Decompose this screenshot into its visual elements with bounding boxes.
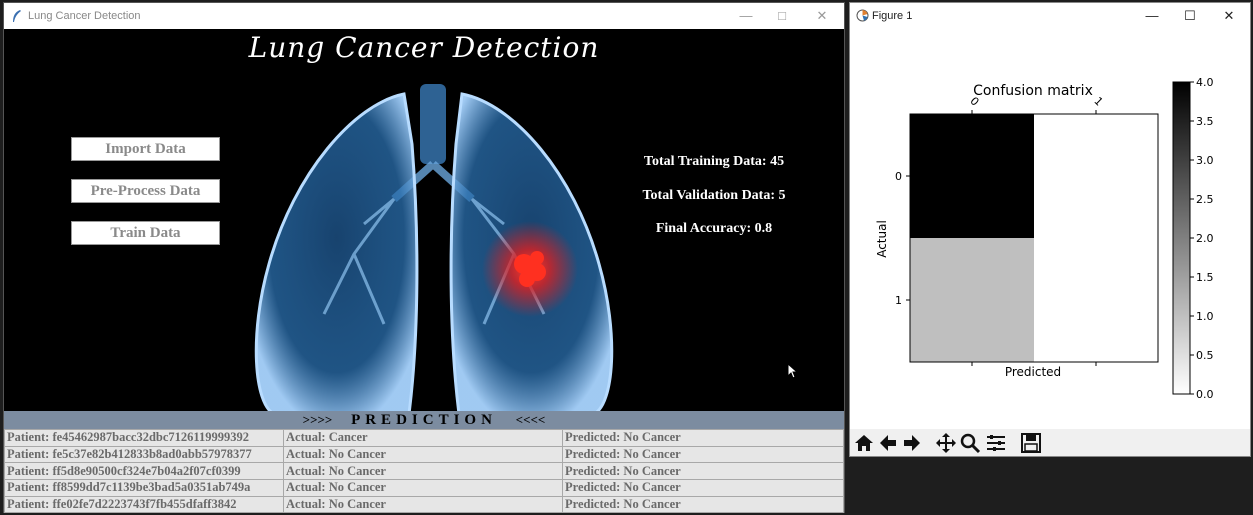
back-icon[interactable] <box>877 432 899 454</box>
app-heading: Lung Cancer Detection <box>248 31 600 64</box>
feather-icon <box>13 10 21 22</box>
left-titlebar: Lung Cancer Detection — □ ✕ <box>4 3 844 29</box>
colorbar-tick-label: 4.0 <box>1196 76 1214 89</box>
figure-title: Figure 1 <box>872 10 913 22</box>
import-data-button[interactable]: Import Data <box>71 137 220 161</box>
predicted-cell: Predicted: No Cancer <box>562 462 844 481</box>
window-title: Lung Cancer Detection <box>28 10 141 22</box>
colorbar-tick-label: 3.5 <box>1196 115 1214 128</box>
colorbar-tick-label: 2.5 <box>1196 193 1214 206</box>
lung-cancer-window: Lung Cancer Detection — □ ✕ Lung Cancer … <box>3 2 845 514</box>
patient-cell: Patient: fe5c37e82b412833b8ad0abb5797837… <box>4 445 284 464</box>
training-data-label: Total Training Data: 45 <box>643 154 785 169</box>
colorbar <box>1172 81 1191 395</box>
minimize-button[interactable]: — <box>731 7 761 25</box>
colorbar-tick-label: 2.0 <box>1196 232 1214 245</box>
x-axis-label: Predicted <box>1005 365 1061 379</box>
zoom-icon[interactable] <box>959 432 981 454</box>
confusion-matrix-chart: Confusion matrix Predicted Actual 0 1 0 1 0… <box>875 76 1214 401</box>
actual-cell: Actual: No Cancer <box>283 445 563 464</box>
y-axis-label: Actual <box>875 220 889 258</box>
prediction-table: Patient: fe45462987bacc32dbc712611999939… <box>4 429 844 514</box>
matrix-cell-1-0 <box>910 238 1034 362</box>
maximize-button[interactable]: □ <box>767 7 797 25</box>
patient-cell: Patient: fe45462987bacc32dbc712611999939… <box>4 429 284 447</box>
matrix-cell-1-1 <box>1034 238 1158 362</box>
lungs-illustration <box>254 84 614 411</box>
figure-toolbar <box>850 429 1250 456</box>
save-icon[interactable] <box>1020 432 1042 454</box>
arrows-right: <<<< <box>515 412 546 427</box>
x-tick-label: 0 <box>967 94 981 108</box>
arrows-left: >>>> <box>302 412 333 427</box>
matrix-cell-0-1 <box>1034 114 1158 238</box>
forward-icon[interactable] <box>901 432 923 454</box>
preprocess-data-button[interactable]: Pre-Process Data <box>71 179 220 203</box>
prediction-label: PREDICTION <box>351 412 497 428</box>
validation-data-label: Total Validation Data: 5 <box>642 188 786 203</box>
minimize-button[interactable]: — <box>1137 7 1167 25</box>
table-row: Patient: fe45462987bacc32dbc712611999939… <box>4 429 844 447</box>
home-icon[interactable] <box>853 432 875 454</box>
table-row: Patient: fe5c37e82b412833b8ad0abb5797837… <box>4 445 844 464</box>
colorbar-tick-label: 1.0 <box>1196 310 1214 323</box>
matplotlib-icon <box>856 9 869 22</box>
figure-window: Figure 1 — ☐ ✕ Confusion matrix Predicte… <box>849 2 1251 457</box>
y-tick-label: 0 <box>895 170 902 183</box>
colorbar-tick-label: 3.0 <box>1196 154 1214 167</box>
colorbar-tick-label: 1.5 <box>1196 271 1214 284</box>
y-tick-label: 1 <box>895 294 902 307</box>
table-row: Patient: ff8599dd7c1139be3bad5a0351ab749… <box>4 479 844 497</box>
maximize-button[interactable]: ☐ <box>1175 7 1205 25</box>
prediction-header: >>>> PREDICTION <<<< <box>4 411 844 429</box>
actual-cell: Actual: Cancer <box>283 429 563 447</box>
configure-icon[interactable] <box>985 432 1007 454</box>
patient-cell: Patient: ff5d8e90500cf324e7b04a2f07cf039… <box>4 462 284 481</box>
x-tick-label: 1 <box>1091 94 1105 108</box>
actual-cell: Actual: No Cancer <box>283 495 563 514</box>
figure-canvas: Confusion matrix Predicted Actual 0 1 0 1 0… <box>850 29 1250 427</box>
close-button[interactable]: ✕ <box>1214 7 1244 25</box>
train-data-button[interactable]: Train Data <box>71 221 220 245</box>
table-row: Patient: ff5d8e90500cf324e7b04a2f07cf039… <box>4 462 844 481</box>
pan-icon[interactable] <box>935 432 957 454</box>
predicted-cell: Predicted: No Cancer <box>562 429 844 447</box>
predicted-cell: Predicted: No Cancer <box>562 445 844 464</box>
colorbar-tick-label: 0.5 <box>1196 349 1214 362</box>
predicted-cell: Predicted: No Cancer <box>562 495 844 514</box>
app-canvas: Lung Cancer Detection Import Data Pre-Pr… <box>4 29 844 411</box>
table-row: Patient: ffe02fe7d2223743f7fb455dfaff384… <box>4 495 844 514</box>
matrix-cell-0-0 <box>910 114 1034 238</box>
colorbar-tick-label: 0.0 <box>1196 388 1214 401</box>
actual-cell: Actual: No Cancer <box>283 479 563 497</box>
chart-title: Confusion matrix <box>973 83 1093 99</box>
predicted-cell: Predicted: No Cancer <box>562 479 844 497</box>
patient-cell: Patient: ffe02fe7d2223743f7fb455dfaff384… <box>4 495 284 514</box>
figure-titlebar: Figure 1 — ☐ ✕ <box>850 3 1250 29</box>
actual-cell: Actual: No Cancer <box>283 462 563 481</box>
patient-cell: Patient: ff8599dd7c1139be3bad5a0351ab749… <box>4 479 284 497</box>
close-button[interactable]: ✕ <box>807 7 837 25</box>
mouse-cursor-icon <box>787 363 798 379</box>
accuracy-label: Final Accuracy: 0.8 <box>655 221 773 236</box>
